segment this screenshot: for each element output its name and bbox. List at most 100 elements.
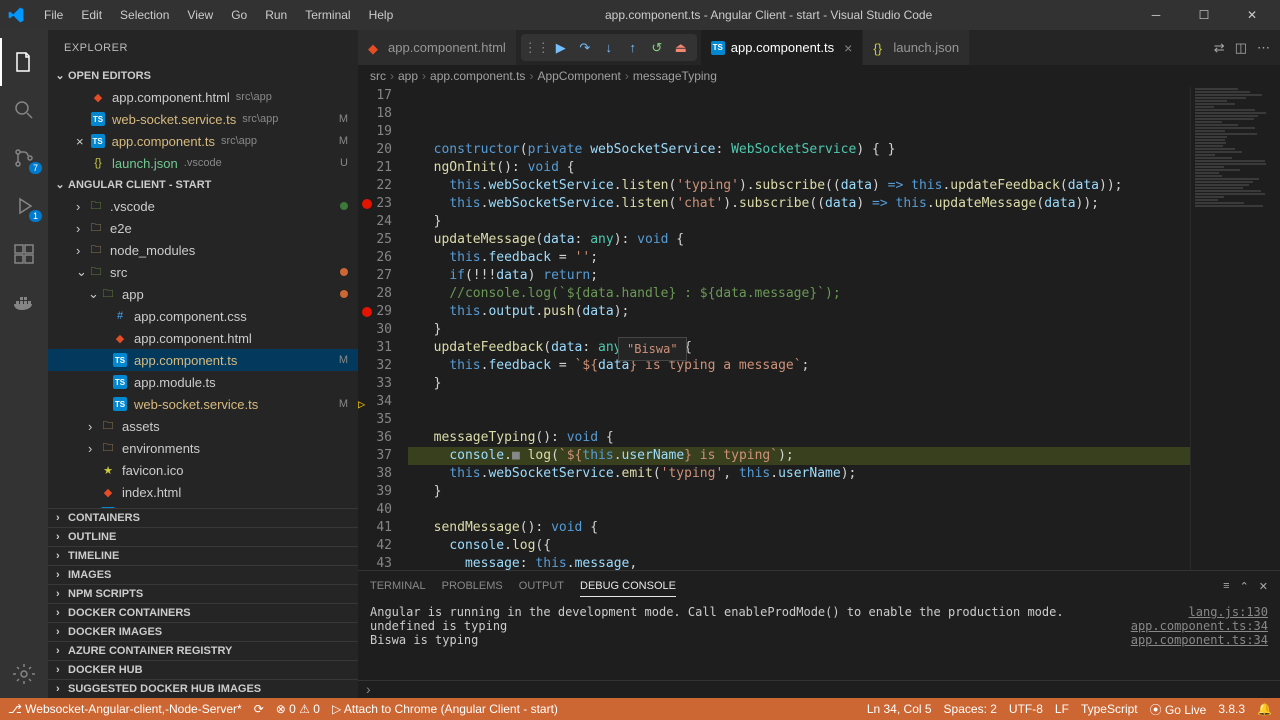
debug-grip-icon[interactable]: ⋮⋮	[527, 38, 547, 58]
breadcrumb-item[interactable]: src	[370, 69, 386, 83]
sidebar-panel-suggested-docker-hub-images[interactable]: SUGGESTED DOCKER HUB IMAGES	[48, 679, 358, 698]
open-editor-item[interactable]: ×TSapp.component.tssrc\appM	[48, 130, 358, 152]
menu-run[interactable]: Run	[257, 4, 295, 26]
menu-terminal[interactable]: Terminal	[297, 4, 358, 26]
tree-item[interactable]: ›🗀.vscode	[48, 195, 358, 217]
tree-item[interactable]: #app.component.css	[48, 305, 358, 327]
status-golive[interactable]: ⦿ Go Live	[1150, 701, 1207, 718]
status-encoding[interactable]: UTF-8	[1009, 702, 1043, 716]
code-editor[interactable]: 1718192021222324252627282930313233▷34353…	[358, 87, 1190, 570]
tab-app-component-html[interactable]: ◆app.component.html	[358, 30, 517, 65]
tree-item[interactable]: ⌄🗀src	[48, 261, 358, 283]
panel-collapse-icon[interactable]: ⌃	[1240, 580, 1249, 593]
tree-item[interactable]: TSapp.component.tsM	[48, 349, 358, 371]
activity-extensions[interactable]	[0, 230, 48, 278]
status-bar: ⎇ Websocket-Angular-client,-Node-Server*…	[0, 698, 1280, 720]
open-editor-item[interactable]: {}launch.json.vscodeU	[48, 152, 358, 174]
sidebar-panel-timeline[interactable]: TIMELINE	[48, 546, 358, 565]
sidebar-panel-outline[interactable]: OUTLINE	[48, 527, 358, 546]
status-debug-target[interactable]: ▷ Attach to Chrome (Angular Client - sta…	[332, 702, 558, 716]
window-title: app.component.ts - Angular Client - star…	[401, 8, 1136, 22]
tree-item[interactable]: ›🗀e2e	[48, 217, 358, 239]
breadcrumbs[interactable]: src›app›app.component.ts›AppComponent›me…	[358, 65, 1280, 87]
window-close[interactable]: ✕	[1232, 8, 1272, 22]
window-maximize[interactable]: ☐	[1184, 8, 1224, 22]
open-editor-item[interactable]: TSweb-socket.service.tssrc\appM	[48, 108, 358, 130]
activity-bar: 7 1	[0, 30, 48, 698]
panel-close-icon[interactable]: ✕	[1259, 580, 1268, 593]
panel-tab-terminal[interactable]: TERMINAL	[370, 576, 426, 596]
debug-restart[interactable]: ↺	[647, 38, 667, 58]
tab-bar: ◆app.component.html ⋮⋮ ▶ ↷ ↓ ↑ ↺ ⏏ TSapp…	[358, 30, 1280, 65]
tree-item[interactable]: ⌄🗀app	[48, 283, 358, 305]
tree-item[interactable]: TSweb-socket.service.tsM	[48, 393, 358, 415]
debug-step-out[interactable]: ↑	[623, 38, 643, 58]
debug-continue[interactable]: ▶	[551, 38, 571, 58]
window-minimize[interactable]: ─	[1136, 8, 1176, 22]
status-branch[interactable]: ⎇ Websocket-Angular-client,-Node-Server*	[8, 702, 242, 716]
open-editor-item[interactable]: ◆app.component.htmlsrc\app	[48, 86, 358, 108]
activity-docker[interactable]	[0, 278, 48, 326]
tree-item[interactable]: ›🗀node_modules	[48, 239, 358, 261]
debug-badge: 1	[29, 210, 42, 222]
menu-view[interactable]: View	[179, 4, 221, 26]
breadcrumb-item[interactable]: AppComponent	[537, 69, 620, 83]
status-sync[interactable]: ⟳	[254, 702, 264, 716]
debug-console-output[interactable]: Angular is running in the development mo…	[358, 601, 1280, 680]
activity-explorer[interactable]	[0, 38, 48, 86]
status-position[interactable]: Ln 34, Col 5	[867, 702, 932, 716]
activity-debug[interactable]: 1	[0, 182, 48, 230]
open-editors-section[interactable]: ⌄OPEN EDITORS	[48, 65, 358, 86]
debug-step-into[interactable]: ↓	[599, 38, 619, 58]
activity-scm[interactable]: 7	[0, 134, 48, 182]
compare-icon[interactable]: ⇄	[1214, 40, 1225, 56]
menu-file[interactable]: File	[36, 4, 71, 26]
sidebar-panel-npm-scripts[interactable]: NPM SCRIPTS	[48, 584, 358, 603]
sidebar-panel-containers[interactable]: CONTAINERS	[48, 508, 358, 527]
sidebar-panel-docker-hub[interactable]: DOCKER HUB	[48, 660, 358, 679]
status-bell-icon[interactable]: 🔔	[1257, 702, 1272, 716]
status-language[interactable]: TypeScript	[1081, 702, 1138, 716]
status-problems[interactable]: ⊗ 0 ⚠ 0	[276, 702, 320, 716]
panel-tab-output[interactable]: OUTPUT	[519, 576, 564, 596]
activity-search[interactable]	[0, 86, 48, 134]
panel-input-chevron[interactable]: ›	[358, 680, 1280, 698]
menu-selection[interactable]: Selection	[112, 4, 177, 26]
minimap[interactable]	[1190, 87, 1280, 570]
status-eol[interactable]: LF	[1055, 702, 1069, 716]
scm-badge: 7	[29, 162, 42, 174]
sidebar-panel-azure-container-registry[interactable]: AZURE CONTAINER REGISTRY	[48, 641, 358, 660]
tree-item[interactable]: ›🗀environments	[48, 437, 358, 459]
sidebar-panel-images[interactable]: IMAGES	[48, 565, 358, 584]
status-version[interactable]: 3.8.3	[1218, 702, 1245, 716]
tree-item[interactable]: TSapp.module.ts	[48, 371, 358, 393]
close-icon[interactable]: ×	[844, 40, 852, 56]
menu-bar: FileEditSelectionViewGoRunTerminalHelp	[36, 4, 401, 26]
project-section[interactable]: ⌄ANGULAR CLIENT - START	[48, 174, 358, 195]
debug-step-over[interactable]: ↷	[575, 38, 595, 58]
sidebar-panel-docker-images[interactable]: DOCKER IMAGES	[48, 622, 358, 641]
menu-help[interactable]: Help	[361, 4, 402, 26]
status-spaces[interactable]: Spaces: 2	[944, 702, 997, 716]
tree-item[interactable]: ◆index.html	[48, 481, 358, 503]
split-editor-icon[interactable]: ◫	[1235, 40, 1247, 56]
tree-item[interactable]: ›🗀assets	[48, 415, 358, 437]
breadcrumb-item[interactable]: app	[398, 69, 418, 83]
activity-settings[interactable]	[0, 650, 48, 698]
panel-tab-problems[interactable]: PROBLEMS	[442, 576, 503, 596]
tab-launch-json[interactable]: {}launch.json	[863, 30, 970, 65]
panel-tab-debug-console[interactable]: DEBUG CONSOLE	[580, 576, 676, 597]
menu-edit[interactable]: Edit	[73, 4, 110, 26]
tree-item[interactable]: ◆app.component.html	[48, 327, 358, 349]
tree-item[interactable]: ★favicon.ico	[48, 459, 358, 481]
tab-app-component-ts[interactable]: TSapp.component.ts×	[701, 30, 864, 65]
panel-filter-icon[interactable]: ≡	[1223, 580, 1229, 593]
debug-disconnect[interactable]: ⏏	[671, 38, 691, 58]
menu-go[interactable]: Go	[223, 4, 255, 26]
breadcrumb-item[interactable]: messageTyping	[633, 69, 717, 83]
sidebar-panel-docker-containers[interactable]: DOCKER CONTAINERS	[48, 603, 358, 622]
breadcrumb-item[interactable]: app.component.ts	[430, 69, 525, 83]
hover-tooltip: "Biswa"	[618, 337, 687, 361]
more-icon[interactable]: ⋯	[1257, 40, 1270, 56]
panel: TERMINALPROBLEMSOUTPUTDEBUG CONSOLE ≡ ⌃ …	[358, 570, 1280, 680]
